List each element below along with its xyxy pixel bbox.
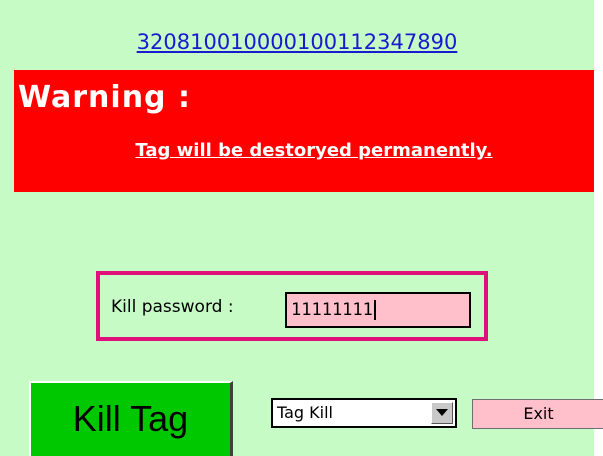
kill-mode-value: Tag Kill (277, 403, 333, 422)
password-label: Kill password : (111, 297, 234, 317)
kill-tag-button[interactable]: Kill Tag (29, 381, 233, 456)
kill-tag-screen: 320810010000100112347890 Warning : Tag w… (0, 0, 594, 456)
warning-message: Tag will be destoryed permanently. (135, 140, 493, 161)
kill-mode-dropdown[interactable]: Tag Kill (271, 398, 457, 428)
warning-title: Warning : (18, 80, 191, 115)
password-value: 11111111 (291, 300, 373, 320)
text-caret (373, 300, 376, 320)
password-group: Kill password : 11111111 (96, 271, 488, 341)
tag-id-link[interactable]: 320810010000100112347890 (0, 30, 594, 54)
exit-button[interactable]: Exit (472, 399, 603, 429)
chevron-down-icon[interactable] (431, 402, 453, 424)
warning-panel: Warning : Tag will be destoryed permanen… (14, 70, 594, 192)
password-input[interactable]: 11111111 (285, 292, 471, 328)
